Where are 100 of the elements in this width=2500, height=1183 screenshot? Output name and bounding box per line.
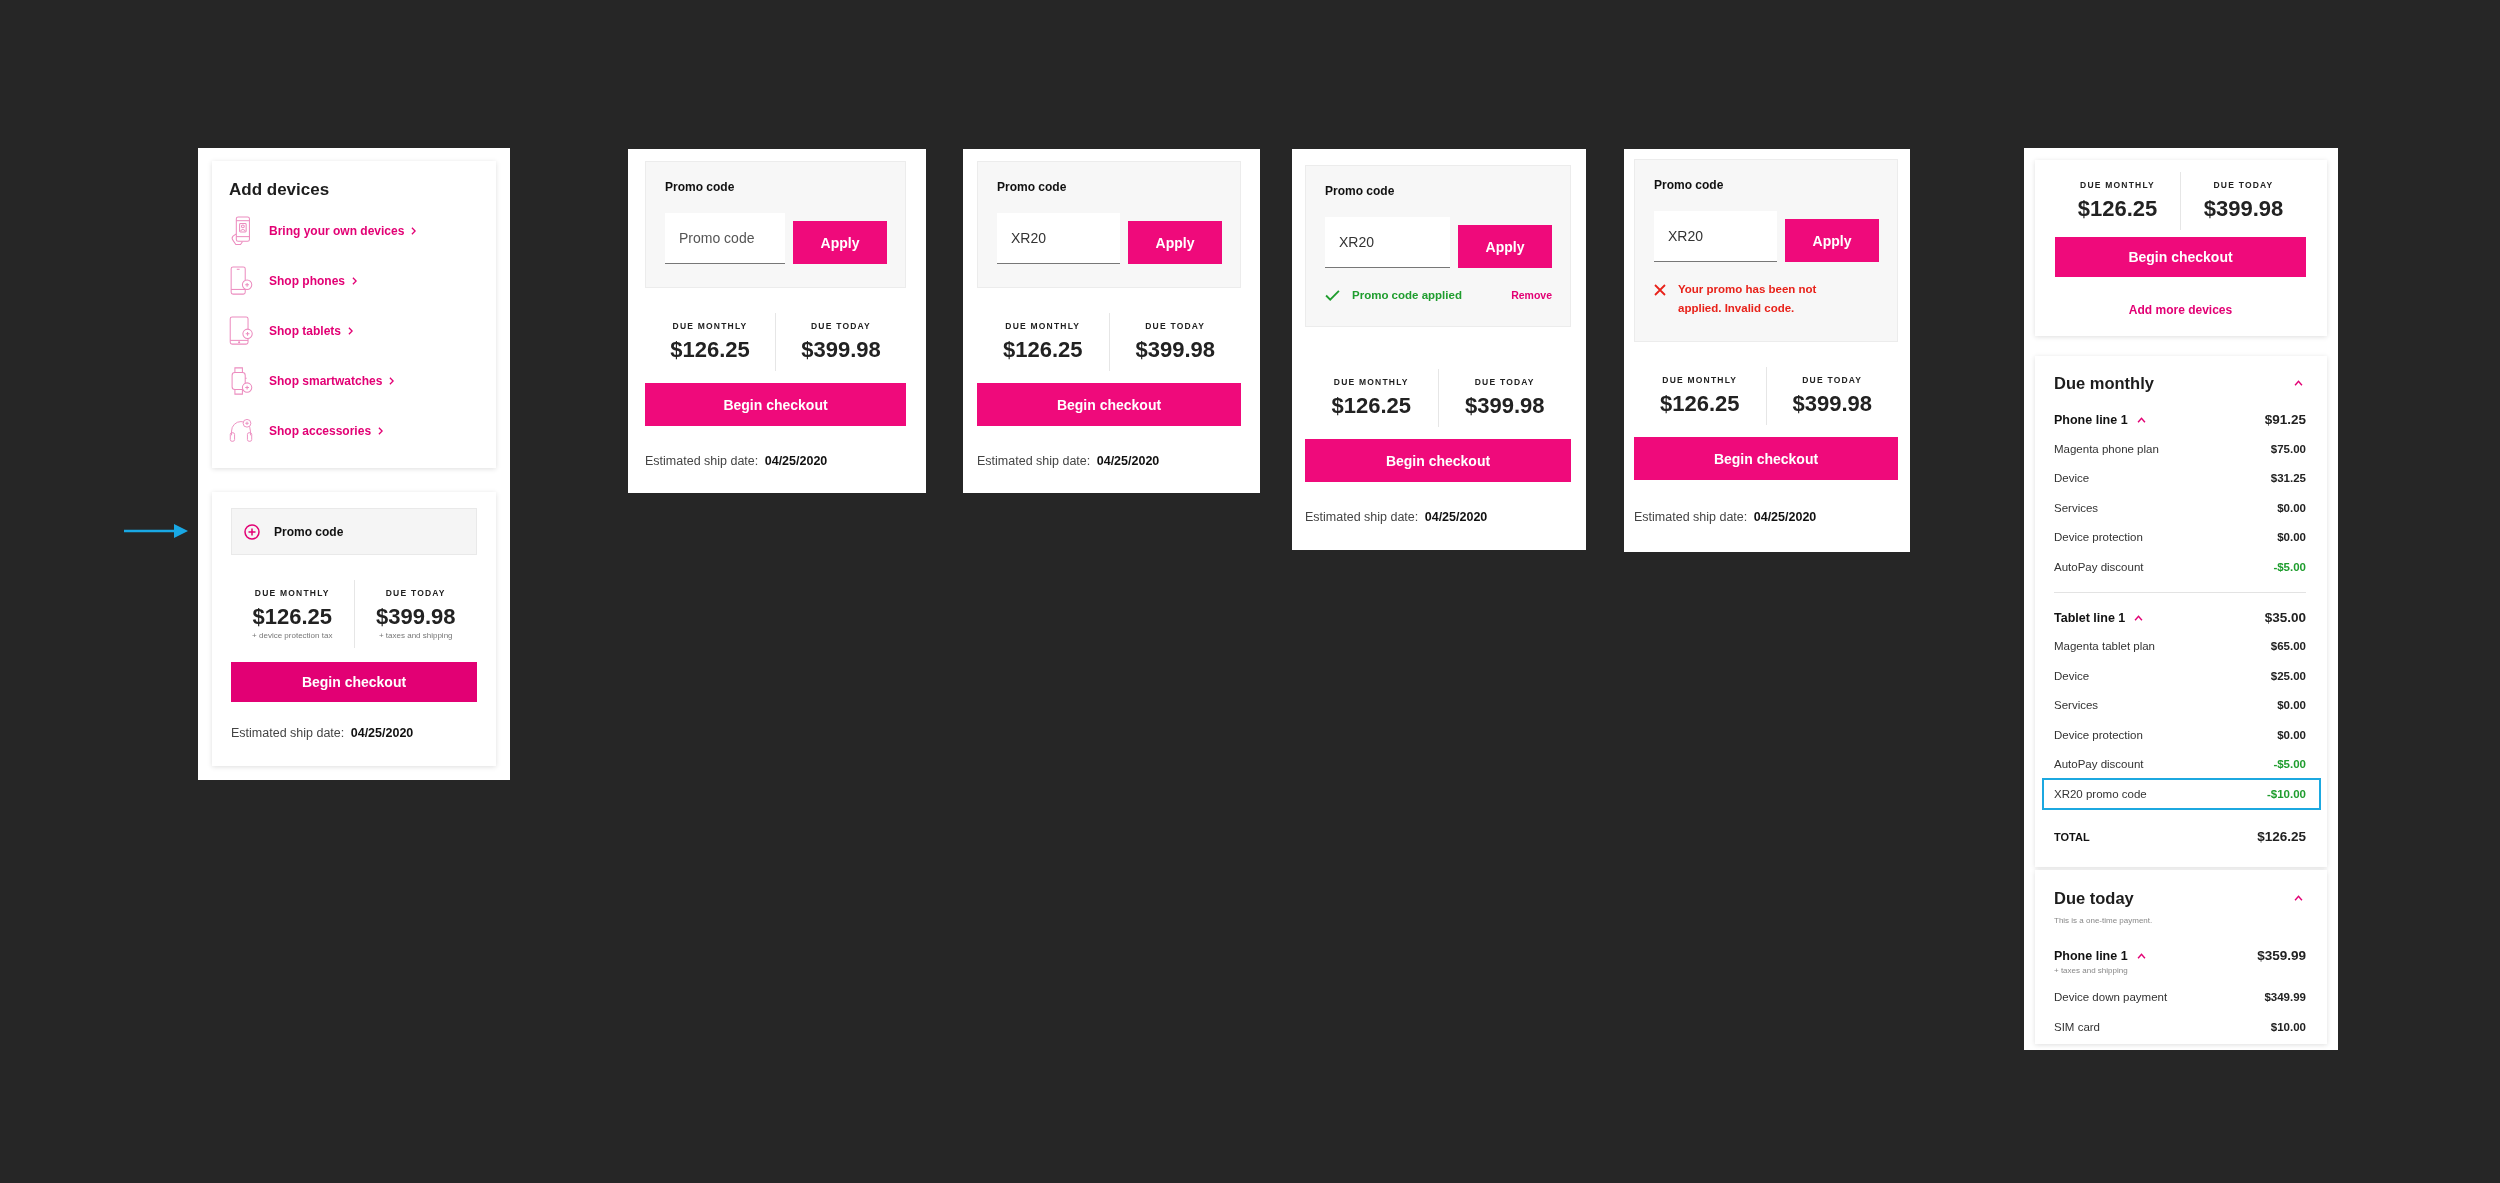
- total-label: DUE TODAY: [1473, 376, 1536, 388]
- add-more-devices-link[interactable]: Add more devices: [2128, 303, 2233, 317]
- smartwatch-plus-icon: [229, 366, 253, 396]
- add-device-link[interactable]: Shop smartwatches: [269, 374, 395, 388]
- check-icon: [1325, 289, 1340, 301]
- begin-checkout-button[interactable]: Begin checkout: [1634, 437, 1898, 480]
- remove-link[interactable]: Remove: [1511, 289, 1552, 301]
- total-note: + taxes and shipping: [377, 631, 454, 641]
- right-arrow-icon: [124, 524, 188, 538]
- line-item-amount: $10.00: [2270, 1020, 2306, 1033]
- total-amount: $126.25: [1002, 336, 1084, 364]
- line-item-label: Services: [2054, 501, 2099, 514]
- section-heading: Due today: [2054, 887, 2134, 909]
- total-amount: $126.25: [2076, 195, 2159, 223]
- total-amount: $399.98: [2202, 195, 2285, 223]
- total-amount: $126.25: [251, 603, 333, 631]
- line-item-label: Device protection: [2054, 728, 2143, 741]
- begin-checkout-button[interactable]: Begin checkout: [1305, 439, 1571, 482]
- chevron-right-icon: [348, 327, 353, 335]
- line-item-label: Magenta phone plan: [2054, 442, 2159, 455]
- total-label: DUE MONTHLY: [671, 320, 749, 332]
- chevron-right-icon: [411, 227, 417, 235]
- total-amount: $399.98: [375, 603, 457, 631]
- total-row-label: TOTAL: [2054, 830, 2090, 843]
- line-item-amount: -$5.00: [2273, 560, 2306, 573]
- line-item-label: Services: [2054, 699, 2099, 712]
- line-item-label: Device: [2054, 472, 2090, 485]
- total-label: DUE MONTHLY: [253, 587, 331, 599]
- line-item-amount: $75.00: [2270, 442, 2306, 455]
- apply-button[interactable]: Apply: [1785, 219, 1879, 262]
- line-item-amount: $349.99: [2264, 991, 2306, 1004]
- line-item-amount: $0.00: [2277, 699, 2306, 712]
- error-message: Your promo has been not applied. Invalid code.: [1678, 282, 1818, 316]
- begin-checkout-button[interactable]: Begin checkout: [645, 383, 906, 426]
- ship-date-text: Estimated ship date: 04/25/2020: [977, 453, 1161, 470]
- caret-up-icon[interactable]: [2294, 380, 2303, 386]
- promo-code-input[interactable]: XR20: [1325, 217, 1450, 268]
- apply-button[interactable]: Apply: [1128, 221, 1222, 264]
- line-group-name: Phone line 1: [2054, 947, 2128, 965]
- promo-code-toggle[interactable]: Promo code: [231, 508, 477, 555]
- add-device-link[interactable]: Shop accessories: [269, 424, 384, 438]
- begin-checkout-button[interactable]: Begin checkout: [977, 383, 1241, 426]
- line-item-label: Magenta tablet plan: [2054, 640, 2156, 653]
- phone-person-icon: [229, 216, 253, 246]
- add-device-link[interactable]: Shop tablets: [269, 324, 353, 338]
- ship-date-text: Estimated ship date: 04/25/2020: [1305, 509, 1489, 526]
- promo-code-input[interactable]: XR20: [997, 213, 1120, 264]
- apply-button[interactable]: Apply: [793, 221, 887, 264]
- success-message: Promo code applied: [1352, 289, 1462, 301]
- ship-date-text: Estimated ship date: 04/25/2020: [645, 453, 829, 470]
- promo-code-label: Promo code: [1654, 177, 1725, 193]
- add-device-link[interactable]: Shop phones: [269, 274, 357, 288]
- chevron-right-icon: [352, 277, 357, 285]
- line-item-label: XR20 promo code: [2054, 787, 2147, 800]
- caret-up-icon[interactable]: [2294, 894, 2303, 901]
- begin-checkout-button[interactable]: Begin checkout: [231, 662, 477, 702]
- line-item-amount: -$10.00: [2267, 787, 2306, 800]
- promo-code-label: Promo code: [665, 179, 736, 195]
- line-item-label: AutoPay discount: [2054, 560, 2144, 573]
- line-group-name: Tablet line 1: [2054, 609, 2126, 627]
- section-heading: Due monthly: [2054, 373, 2154, 394]
- total-amount: $399.98: [800, 336, 882, 364]
- total-amount: $126.25: [1330, 392, 1412, 420]
- caret-up-icon[interactable]: [2134, 614, 2144, 621]
- chevron-right-icon: [378, 427, 384, 435]
- error-cross-icon: [1654, 284, 1666, 296]
- caret-up-icon[interactable]: [2136, 417, 2146, 423]
- caret-up-icon[interactable]: [2136, 952, 2146, 959]
- total-amount: $399.98: [1464, 392, 1546, 420]
- line-item-label: Device protection: [2054, 531, 2143, 544]
- total-row-amount: $126.25: [2257, 829, 2306, 844]
- line-item-label: Device down payment: [2054, 991, 2168, 1004]
- line-item-amount: $65.00: [2270, 640, 2306, 653]
- line-item-label: AutoPay discount: [2054, 758, 2144, 771]
- line-item-amount: $0.00: [2277, 501, 2306, 514]
- total-amount: $399.98: [1134, 336, 1216, 364]
- plus-circle-icon: [244, 523, 260, 540]
- line-item-label: Device: [2054, 669, 2090, 682]
- begin-checkout-button[interactable]: Begin checkout: [2055, 237, 2306, 277]
- apply-button[interactable]: Apply: [1458, 225, 1552, 268]
- section-subtitle: This is a one-time payment.: [2054, 914, 2154, 927]
- total-label: DUE TODAY: [384, 587, 447, 599]
- total-amount: $126.25: [1659, 390, 1741, 418]
- line-item-amount: $31.25: [2270, 472, 2306, 485]
- group-amount: $35.00: [2264, 608, 2306, 627]
- promo-code-input[interactable]: Promo code: [665, 213, 785, 264]
- group-amount: $91.25: [2264, 411, 2306, 429]
- total-label: DUE MONTHLY: [2079, 179, 2156, 191]
- line-item-amount: $0.00: [2277, 728, 2306, 741]
- line-item-amount: $0.00: [2277, 531, 2306, 544]
- total-amount: $126.25: [669, 336, 751, 364]
- tablet-plus-icon: [229, 316, 253, 346]
- total-label: DUE MONTHLY: [1004, 320, 1082, 332]
- total-label: DUE TODAY: [1144, 320, 1207, 332]
- line-group-name: Phone line 1: [2054, 412, 2128, 429]
- total-label: DUE TODAY: [810, 320, 872, 332]
- line-item-label: SIM card: [2054, 1020, 2100, 1033]
- line-item-amount: $25.00: [2270, 669, 2306, 682]
- add-device-link[interactable]: Bring your own devices: [269, 224, 417, 238]
- promo-code-input[interactable]: XR20: [1654, 211, 1777, 262]
